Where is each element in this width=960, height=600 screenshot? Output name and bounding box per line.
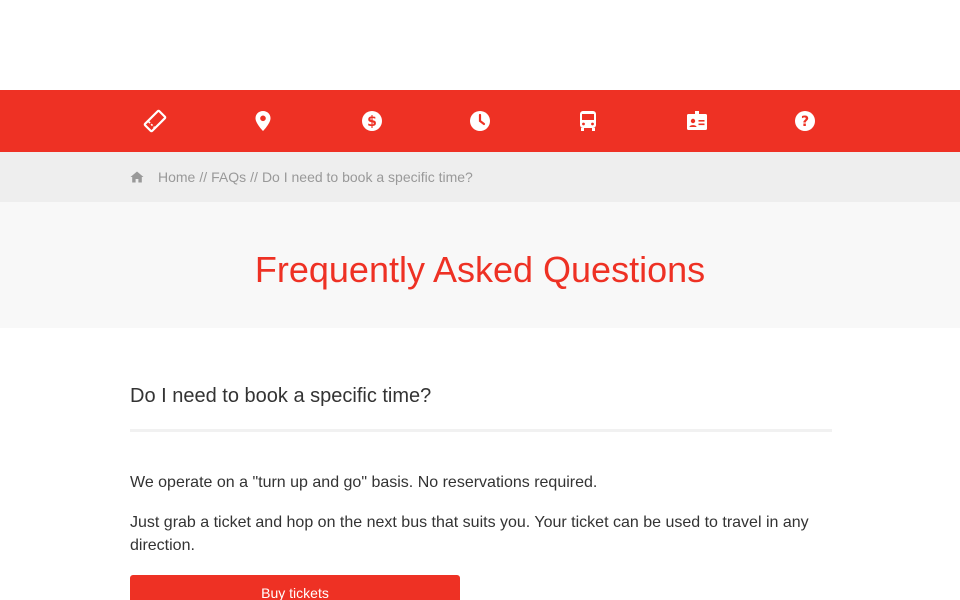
faq-question: Do I need to book a specific time? <box>130 385 432 407</box>
faq-answer-paragraph: We operate on a "turn up and go" basis. … <box>130 474 598 491</box>
question-icon: ? <box>795 111 815 131</box>
svg-text:?: ? <box>801 114 809 130</box>
home-icon[interactable] <box>130 171 144 183</box>
nav-tickets[interactable] <box>125 90 185 152</box>
map-pin-icon <box>255 111 271 131</box>
bus-icon <box>580 111 596 131</box>
nav-prices[interactable]: $ <box>342 90 402 152</box>
nav-contact[interactable] <box>667 90 727 152</box>
clock-icon <box>470 111 490 131</box>
nav-buses[interactable] <box>558 90 618 152</box>
nav-timetable[interactable] <box>450 90 510 152</box>
breadcrumb-current: Do I need to book a specific time? <box>261 169 473 185</box>
header-blank-area <box>0 0 960 90</box>
page-title: Frequently Asked Questions <box>254 249 706 290</box>
hero-section: Frequently Asked Questions <box>0 202 960 328</box>
divider <box>130 429 832 432</box>
breadcrumb-separator: // <box>199 169 208 185</box>
breadcrumb-home-link[interactable]: Home <box>158 169 195 185</box>
nav-faq[interactable]: ? <box>775 90 835 152</box>
dollar-icon: $ <box>362 111 382 131</box>
buy-tickets-button[interactable]: Buy tickets <box>130 575 460 600</box>
main-nav: $ ? <box>0 90 960 152</box>
breadcrumb-faqs-link[interactable]: FAQs <box>211 169 246 185</box>
ticket-icon <box>143 109 167 133</box>
breadcrumb-separator: // <box>250 169 258 185</box>
faq-answer-paragraph: Just grab a ticket and hop on the next b… <box>130 514 809 554</box>
svg-text:$: $ <box>367 114 377 130</box>
nav-locations[interactable] <box>233 90 293 152</box>
breadcrumb-bar: Home // FAQs // Do I need to book a spec… <box>0 152 960 202</box>
id-card-icon <box>687 111 707 130</box>
breadcrumb: Home // FAQs // Do I need to book a spec… <box>130 152 473 202</box>
